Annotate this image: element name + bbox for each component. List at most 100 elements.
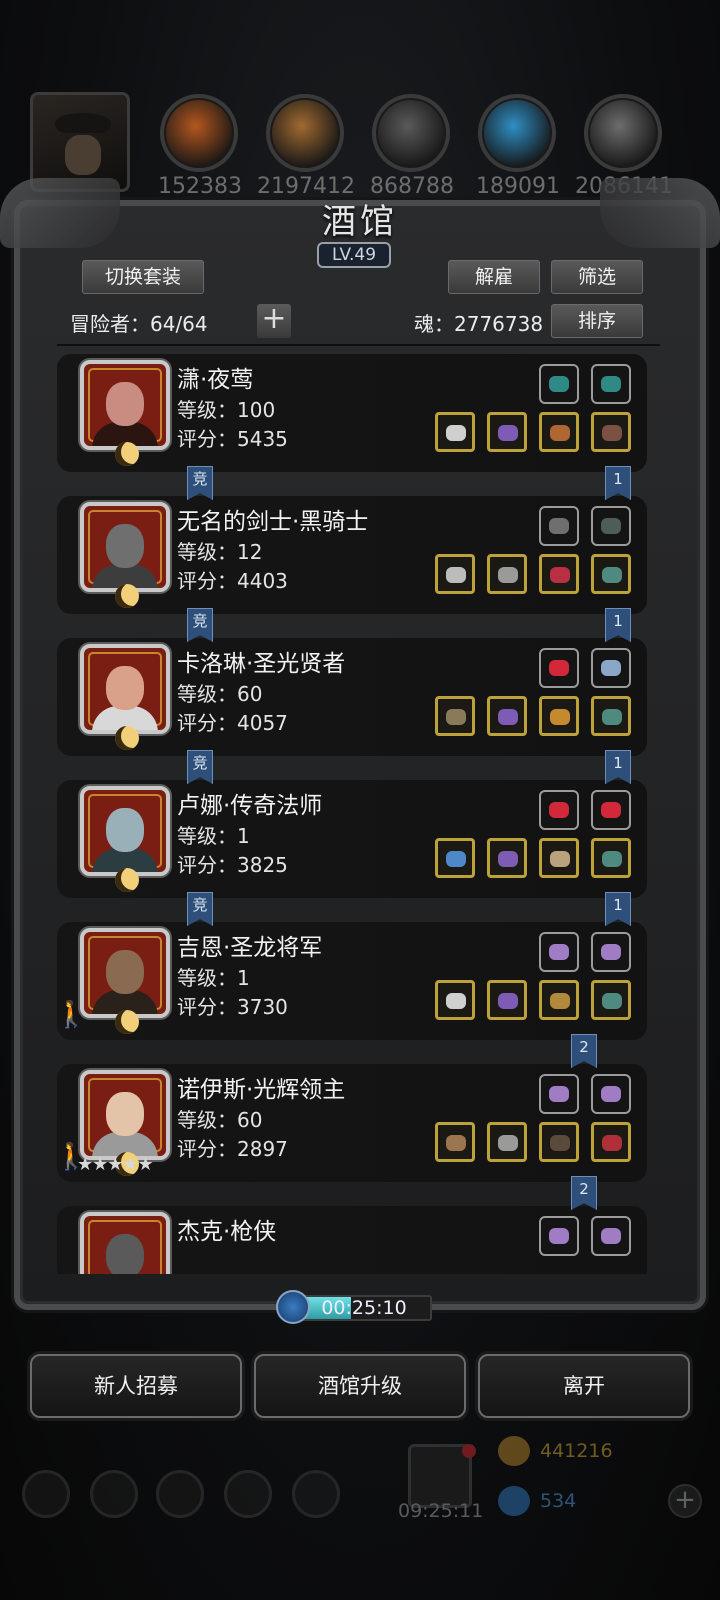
team-number-tag: 2 — [571, 1034, 597, 1068]
equipment-slot[interactable] — [435, 1122, 475, 1162]
hero-name: 卢娜·传奇法师 — [177, 793, 323, 819]
gem-slot[interactable] — [539, 364, 579, 404]
equipment-slot[interactable] — [487, 838, 527, 878]
hero-name: 无名的剑士·黑骑士 — [177, 509, 369, 535]
moon-rank-icon — [115, 442, 139, 466]
gem-slot[interactable] — [591, 648, 631, 688]
hero-name: 杰克·枪侠 — [177, 1219, 277, 1245]
walking-figure-icon: 🚶 — [57, 1142, 88, 1172]
upgrade-timer: 00:25:10 — [276, 1290, 436, 1324]
equipment-slot[interactable] — [435, 696, 475, 736]
equipment-slot[interactable] — [487, 1122, 527, 1162]
hero-score: 评分：3730 — [177, 995, 288, 1019]
hero-portrait[interactable] — [80, 502, 170, 592]
hero-card[interactable]: 潇·夜莺等级：100 评分：5435 — [57, 354, 647, 472]
team-number-tag: 1 — [605, 750, 631, 784]
hero-level: 等级：60 — [177, 1108, 263, 1132]
hero-portrait[interactable] — [80, 928, 170, 1018]
equipment-slot[interactable] — [539, 554, 579, 594]
equipment-slot[interactable] — [591, 980, 631, 1020]
equipment-slot[interactable] — [591, 838, 631, 878]
gem-slot[interactable] — [539, 1074, 579, 1114]
arena-tag: 竞 — [187, 608, 213, 642]
hero-level: 等级：12 — [177, 540, 263, 564]
notification-dot — [462, 1444, 476, 1458]
hero-name: 诺伊斯·光辉领主 — [177, 1077, 346, 1103]
moon-rank-icon — [115, 868, 139, 892]
gem-slot[interactable] — [591, 932, 631, 972]
settings-icon — [22, 1470, 70, 1518]
gem-icon — [498, 1486, 530, 1516]
equipment-slot[interactable] — [487, 696, 527, 736]
filter-button[interactable]: 筛选 — [551, 260, 643, 294]
header-divider — [57, 344, 660, 346]
gem-slot[interactable] — [539, 506, 579, 546]
equipment-slot[interactable] — [539, 1122, 579, 1162]
hero-name: 潇·夜莺 — [177, 367, 254, 393]
gold-display: 441216 — [498, 1434, 698, 1468]
equipment-slot[interactable] — [435, 412, 475, 452]
gem-slot[interactable] — [591, 506, 631, 546]
gem-slot[interactable] — [591, 790, 631, 830]
star-rating: ★★★★★ — [77, 1154, 154, 1175]
gem-slot[interactable] — [539, 790, 579, 830]
hero-portrait[interactable] — [80, 1212, 170, 1274]
gem-slot[interactable] — [539, 648, 579, 688]
leave-button[interactable]: 离开 — [478, 1354, 690, 1418]
gem-slot[interactable] — [539, 932, 579, 972]
equipment-slot[interactable] — [487, 554, 527, 594]
hero-level: 等级：1 — [177, 824, 250, 848]
team-number-tag: 1 — [605, 608, 631, 642]
equipment-slot[interactable] — [591, 412, 631, 452]
equipment-slot[interactable] — [539, 696, 579, 736]
equipment-slot[interactable] — [435, 554, 475, 594]
gold-icon — [498, 1436, 530, 1466]
gold-value: 441216 — [540, 1440, 613, 1462]
hero-portrait[interactable] — [80, 786, 170, 876]
moon-rank-icon — [115, 584, 139, 608]
hero-card[interactable]: 吉恩·圣龙将军 等级：1 评分：3730 🚶 — [57, 922, 647, 1040]
hero-card[interactable]: 无名的剑士·黑骑士 等级：12 评分：4403 — [57, 496, 647, 614]
hero-card[interactable]: 杰克·枪侠 — [57, 1206, 647, 1274]
moon-rank-icon — [115, 726, 139, 750]
hero-list[interactable]: 潇·夜莺 等级：100 评分：5435 竞 1 无名的剑士·黑骑士 等级：12 评分：4403… — [57, 350, 660, 1274]
gem-slot[interactable] — [591, 1216, 631, 1256]
soul-count: 魂：2776738 — [414, 312, 544, 336]
recruit-button[interactable]: 新人招募 — [30, 1354, 242, 1418]
mail-icon — [224, 1470, 272, 1518]
equipment-slot[interactable] — [487, 980, 527, 1020]
tools-icon — [292, 1470, 340, 1518]
equipment-slot[interactable] — [435, 980, 475, 1020]
equipment-slot[interactable] — [487, 412, 527, 452]
equipment-slot[interactable] — [591, 1122, 631, 1162]
equipment-slot[interactable] — [435, 838, 475, 878]
hero-portrait[interactable] — [80, 360, 170, 450]
tavern-upgrade-button[interactable]: 酒馆升级 — [254, 1354, 466, 1418]
hero-portrait[interactable] — [80, 644, 170, 734]
equipment-slot[interactable] — [539, 980, 579, 1020]
timer-text: 00:25:10 — [321, 1297, 407, 1319]
hero-card[interactable]: 卢娜·传奇法师 等级：1 评分：3825 — [57, 780, 647, 898]
gem-value: 534 — [540, 1490, 577, 1512]
adventurer-count: 冒险者：64/64 — [70, 312, 208, 336]
hero-card[interactable]: 诺伊斯·光辉领主 等级：60 评分：2897 ★★★★★ 🚶 — [57, 1064, 647, 1182]
tavern-title: 酒馆 — [322, 202, 398, 242]
equipment-slot[interactable] — [591, 696, 631, 736]
gift-timer: 09:25:11 — [398, 1500, 484, 1522]
gem-slot[interactable] — [591, 364, 631, 404]
hero-score: 评分：5435 — [177, 427, 288, 451]
dismiss-button[interactable]: 解雇 — [448, 260, 540, 294]
sort-button[interactable]: 排序 — [551, 304, 643, 338]
hero-card[interactable]: 卡洛琳·圣光贤者 等级：60 评分：4057 — [57, 638, 647, 756]
equipment-slot[interactable] — [539, 838, 579, 878]
hero-level: 等级：100 — [177, 398, 276, 422]
gem-slot[interactable] — [591, 1074, 631, 1114]
equipment-slot[interactable] — [539, 412, 579, 452]
add-adventurer-slot-button[interactable]: + — [257, 304, 291, 338]
gem-slot[interactable] — [539, 1216, 579, 1256]
walking-figure-icon: 🚶 — [57, 1000, 88, 1030]
team-number-tag: 1 — [605, 892, 631, 926]
hero-portrait[interactable] — [80, 1070, 170, 1160]
equipment-slot[interactable] — [591, 554, 631, 594]
switch-outfit-button[interactable]: 切换套装 — [82, 260, 204, 294]
